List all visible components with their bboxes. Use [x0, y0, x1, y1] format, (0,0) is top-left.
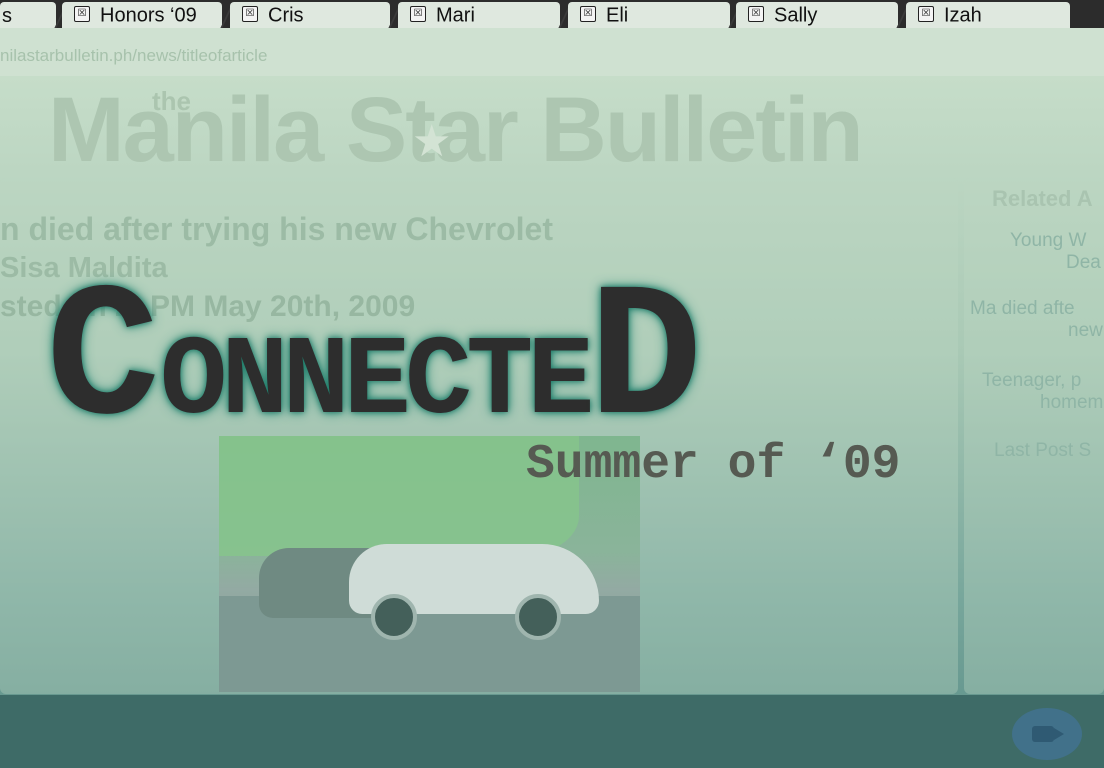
tab-4[interactable]: ☒ Eli: [568, 2, 730, 28]
favicon-icon: ☒: [580, 6, 596, 23]
related-link-line: Ma died afte: [970, 298, 1075, 319]
tab-strip: s ☒ Honors ‘09 ☒ Cris ☒ Mari ☒ Eli ☒ Sally ☒ I…: [0, 0, 1104, 28]
favicon-icon: ☒: [748, 6, 764, 23]
related-link[interactable]: Teenager, p homem: [982, 370, 1103, 414]
url-text[interactable]: nilastarbulletin.ph/news/titleofarticle: [0, 46, 267, 66]
tab-label: Izah: [944, 4, 982, 27]
related-link[interactable]: Ma died afte new: [970, 298, 1103, 342]
bottom-bar: [0, 695, 1104, 768]
tab-label: Cris: [268, 4, 304, 27]
tab-label: s: [2, 4, 12, 27]
favicon-icon: ☒: [74, 6, 90, 23]
site-masthead: Manila Star Bulletin: [48, 79, 864, 181]
favicon-icon: ☒: [242, 6, 258, 23]
related-link-line: Dea: [1066, 252, 1101, 273]
tab-0[interactable]: s: [0, 2, 56, 28]
tab-label: Honors ‘09: [100, 4, 197, 27]
tab-3[interactable]: ☒ Mari: [398, 2, 560, 28]
car-wheel: [371, 594, 417, 640]
related-link-line: homem: [1040, 392, 1104, 413]
tab-label: Mari: [436, 4, 475, 27]
related-link-line: Young W: [1010, 230, 1087, 251]
title-middle: ONNECTE: [160, 319, 594, 446]
car-wheel: [515, 594, 561, 640]
title-subtitle: Summer of ‘09: [526, 438, 901, 492]
related-link[interactable]: Last Post S: [994, 440, 1091, 462]
title-first-letter: C: [46, 255, 161, 470]
related-link-line: new: [1068, 320, 1103, 341]
camera-icon: [1032, 726, 1064, 742]
star-icon: ★: [412, 117, 452, 166]
tab-6[interactable]: ☒ Izah: [906, 2, 1070, 28]
article-headline: n died after trying his new Chevrolet: [0, 211, 553, 247]
related-heading: Related A: [992, 186, 1093, 211]
tab-2[interactable]: ☒ Cris: [230, 2, 390, 28]
tab-label: Sally: [774, 4, 818, 27]
related-link-line: Teenager, p: [982, 370, 1082, 391]
favicon-icon: ☒: [410, 6, 426, 23]
favicon-icon: ☒: [918, 6, 934, 23]
tab-5[interactable]: ☒ Sally: [736, 2, 898, 28]
related-link-line: Last Post S: [994, 440, 1092, 461]
tab-label: Eli: [606, 4, 629, 27]
video-chat-icon[interactable]: [1012, 708, 1082, 760]
related-link[interactable]: Young W Dea: [1010, 230, 1104, 274]
tab-1[interactable]: ☒ Honors ‘09: [62, 2, 222, 28]
